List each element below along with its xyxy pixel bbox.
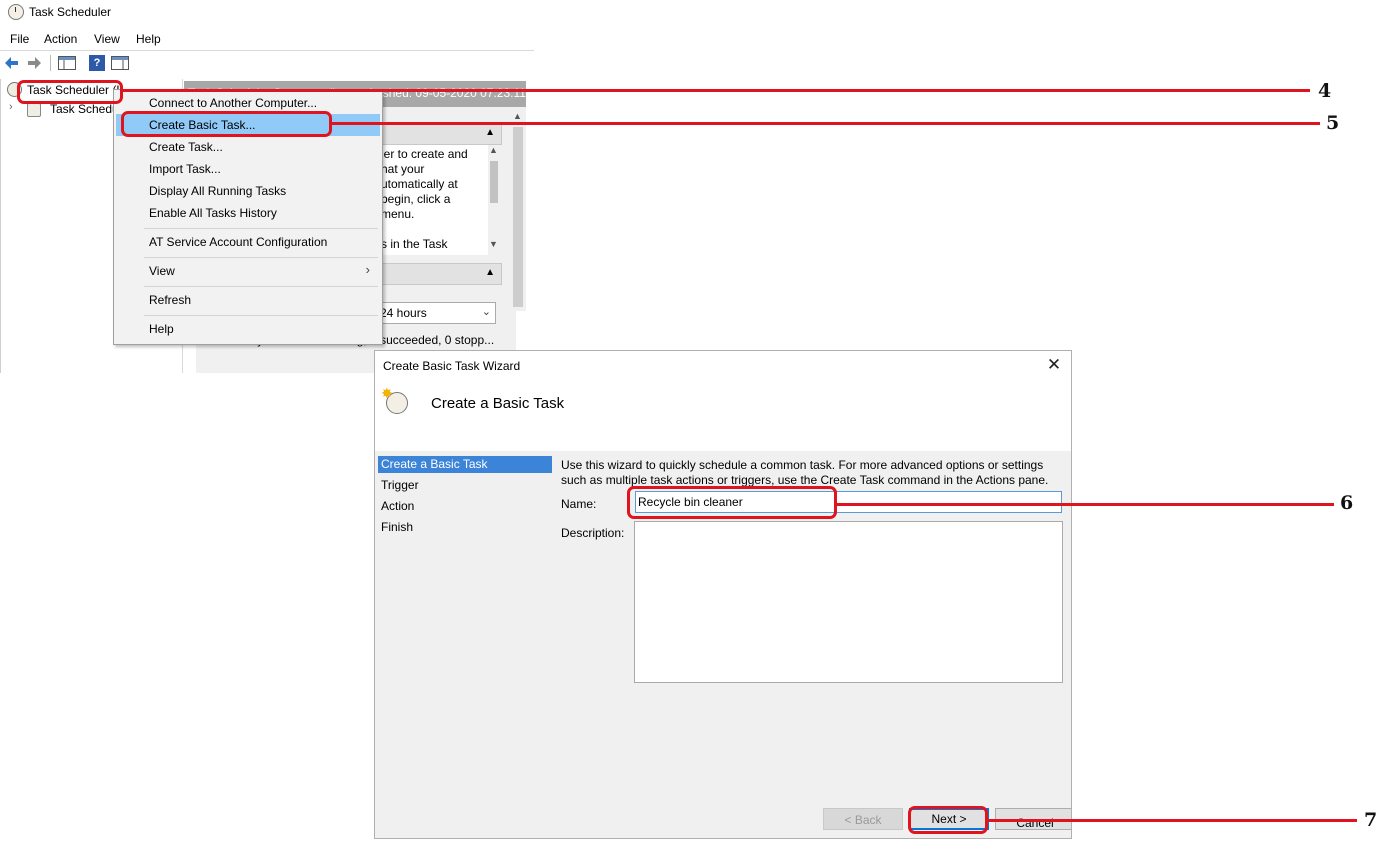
wizard-intro-text: Use this wizard to quickly schedule a co…	[561, 458, 1061, 488]
menu-item-label: Refresh	[149, 293, 192, 307]
toolbar-separator	[50, 55, 51, 71]
wizard-step-label: Finish	[381, 520, 414, 534]
window-title: Task Scheduler	[29, 5, 112, 19]
collapse-icon[interactable]: ▲	[485, 267, 495, 278]
name-label: Name:	[561, 497, 597, 511]
annotation-line-7	[987, 819, 1357, 822]
menu-item-view[interactable]: View ›	[116, 260, 380, 282]
annotation-ring-7	[908, 806, 988, 834]
menu-item-label: AT Service Account Configuration	[149, 235, 328, 249]
menu-item-import-task[interactable]: Import Task...	[116, 158, 380, 180]
wizard-step-label: Create a Basic Task	[381, 457, 488, 471]
wizard-intro-line: Use this wizard to quickly schedule a co…	[561, 458, 1044, 472]
wizard-heading: Create a Basic Task	[431, 395, 565, 412]
annotation-ring-5	[121, 111, 332, 137]
menu-item-label: Create Task...	[149, 140, 223, 154]
annotation-ring-6	[627, 486, 837, 519]
annotation-line-4	[122, 89, 1310, 92]
help-icon[interactable]: ?	[89, 55, 105, 71]
back-button[interactable]: < Back	[823, 808, 903, 830]
menu-separator	[144, 286, 378, 287]
new-task-clock-icon: ✸	[381, 385, 409, 415]
overview-line: s in the Task	[381, 237, 448, 251]
scroll-down-icon[interactable]: ▼	[489, 239, 498, 249]
menu-item-label: Import Task...	[149, 162, 221, 176]
back-arrow-icon[interactable]	[4, 55, 20, 71]
wizard-header: Create Basic Task Wizard ✕ ✸ Create a Ba…	[375, 351, 1071, 451]
menu-view[interactable]: View	[94, 32, 120, 46]
menu-action[interactable]: Action	[44, 32, 77, 46]
annotation-number-6: 6	[1340, 492, 1354, 511]
forward-arrow-icon[interactable]	[26, 55, 42, 71]
overview-line: utomatically at	[381, 177, 458, 191]
folder-clock-icon	[27, 103, 41, 117]
wizard-step-trigger[interactable]: Trigger	[378, 477, 552, 494]
task-scheduler-clock-icon	[8, 4, 24, 20]
toolbar: ?	[0, 51, 534, 75]
summary-scrollbar[interactable]: ▲	[510, 107, 526, 311]
menu-item-create-task[interactable]: Create Task...	[116, 136, 380, 158]
annotation-line-5	[331, 122, 1320, 125]
status-period-select[interactable]: 24 hours ⌄	[376, 302, 496, 324]
show-hide-action-pane-icon[interactable]	[111, 55, 129, 71]
collapse-icon[interactable]: ▲	[485, 127, 495, 138]
menu-help[interactable]: Help	[136, 32, 161, 46]
menu-item-refresh[interactable]: Refresh	[116, 289, 380, 311]
scroll-up-icon[interactable]: ▲	[513, 111, 522, 121]
wizard-step-label: Action	[381, 499, 415, 513]
menu-separator	[144, 315, 378, 316]
overview-line: menu.	[381, 207, 415, 221]
overview-line: ler to create and	[381, 147, 468, 161]
overview-line: begin, click a	[381, 192, 451, 206]
menu-item-label: Enable All Tasks History	[149, 206, 277, 220]
overview-scrollbar[interactable]: ▲ ▼	[488, 145, 500, 255]
menu-item-at-service-account-configuration[interactable]: AT Service Account Configuration	[116, 231, 380, 253]
title-bar: Task Scheduler	[0, 0, 534, 26]
close-icon[interactable]: ✕	[1044, 355, 1064, 375]
annotation-line-6	[836, 503, 1334, 506]
menu-bar: File Action View Help	[0, 30, 534, 51]
annotation-number-7: 7	[1364, 809, 1378, 831]
wizard-steps-nav: Create a Basic Task Trigger Action Finis…	[378, 456, 552, 576]
wizard-step-create-basic-task[interactable]: Create a Basic Task	[378, 456, 552, 473]
tree-item-label: Task Schedul	[50, 102, 122, 116]
menu-item-label: Help	[149, 322, 174, 336]
wizard-step-label: Trigger	[381, 478, 419, 492]
menu-separator	[144, 257, 378, 258]
menu-item-label: Connect to Another Computer...	[149, 96, 318, 110]
submenu-arrow-icon: ›	[365, 262, 370, 277]
menu-separator	[144, 228, 378, 229]
chevron-down-icon: ⌄	[481, 306, 491, 318]
overview-line: hat your	[381, 162, 425, 176]
scroll-up-icon[interactable]: ▲	[489, 145, 498, 155]
menu-item-enable-all-tasks-history[interactable]: Enable All Tasks History	[116, 202, 380, 224]
menu-item-display-all-running-tasks[interactable]: Display All Running Tasks	[116, 180, 380, 202]
scroll-thumb[interactable]	[513, 127, 523, 307]
scroll-thumb[interactable]	[490, 161, 498, 203]
create-basic-task-wizard: Create Basic Task Wizard ✕ ✸ Create a Ba…	[374, 350, 1072, 839]
wizard-step-action[interactable]: Action	[378, 498, 552, 515]
description-label: Description:	[561, 526, 625, 540]
menu-item-label: Display All Running Tasks	[149, 184, 287, 198]
chevron-right-icon[interactable]: ›	[9, 101, 13, 113]
annotation-number-4: 4	[1318, 80, 1332, 102]
menu-item-help[interactable]: Help	[116, 318, 380, 340]
wizard-window-title: Create Basic Task Wizard	[383, 359, 521, 373]
wizard-step-finish[interactable]: Finish	[378, 519, 552, 536]
menu-file[interactable]: File	[10, 32, 29, 46]
show-hide-console-tree-icon[interactable]	[58, 55, 76, 71]
status-period-value: 24 hours	[380, 306, 427, 320]
menu-item-label: View	[149, 264, 175, 278]
description-textarea[interactable]	[634, 521, 1063, 683]
annotation-ring-4	[17, 80, 123, 104]
annotation-number-5: 5	[1326, 112, 1340, 134]
